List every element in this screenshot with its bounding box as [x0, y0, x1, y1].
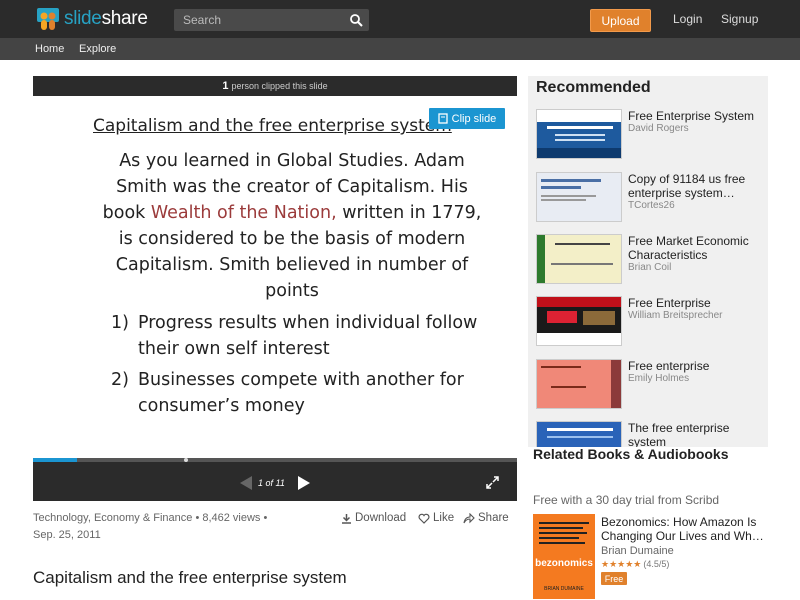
slide-book-title: Wealth of the Nation,: [150, 203, 337, 223]
recommended-item[interactable]: Copy of 91184 us free enterprise system……: [536, 172, 761, 224]
recommended-thumbnail: [536, 359, 622, 409]
nav-explore-link[interactable]: Explore: [79, 43, 116, 55]
heart-icon: [418, 513, 430, 524]
recommended-title: Free Market Economic Characteristics: [628, 234, 749, 262]
clip-count: 1: [222, 80, 229, 92]
share-button[interactable]: Share: [463, 512, 509, 524]
page-counter: 1 of 11: [258, 478, 285, 488]
recommended-item[interactable]: Free Enterprise System David Rogers: [536, 109, 761, 161]
sub-navbar: Home Explore: [0, 38, 800, 60]
upload-date: Sep. 25, 2011: [33, 529, 101, 541]
signup-link[interactable]: Signup: [721, 12, 758, 26]
recommended-title: Copy of 91184 us free enterprise system…: [628, 172, 746, 200]
search-box: [174, 9, 369, 31]
recommended-title: Free enterprise: [628, 359, 710, 373]
clip-count-text: person clipped this slide: [231, 81, 328, 91]
related-books-subheading: Free with a 30 day trial from Scribd: [533, 493, 720, 507]
recommended-heading: Recommended: [536, 79, 651, 96]
recommended-author: Brian Coil: [628, 262, 672, 273]
recommended-item[interactable]: The free enterprise system: [536, 421, 761, 447]
book-cover-author: BRIAN DUMAINE: [544, 586, 584, 592]
recommended-thumbnail: [536, 172, 622, 222]
clip-slide-label: Clip slide: [451, 112, 497, 125]
book-rating: ★★★★★ (4.5/5): [601, 559, 670, 569]
recommended-author: William Breitsprecher: [628, 310, 723, 321]
slide-body-text: As you learned in Global Studies. Adam S…: [102, 151, 482, 301]
slide-point: 1) Progress results when individual follo…: [111, 313, 478, 359]
fullscreen-icon[interactable]: [486, 476, 499, 489]
recommended-title: Free Enterprise System: [628, 109, 755, 123]
slide-meta-categories: Technology, Economy & Finance • 8,462 vi…: [33, 512, 268, 524]
download-icon: [342, 513, 351, 524]
slide-points-list: 1) Progress results when individual follo…: [111, 310, 491, 424]
like-button[interactable]: Like: [418, 512, 454, 524]
recommended-title: The free enterprise system: [628, 421, 730, 447]
slideshare-logo-icon: [35, 6, 61, 32]
search-icon[interactable]: [349, 13, 363, 27]
free-badge: Free: [601, 572, 627, 585]
recommended-item[interactable]: Free Enterprise William Breitsprecher: [536, 296, 761, 348]
clip-icon: [438, 113, 448, 124]
recommended-author: David Rogers: [628, 123, 689, 134]
nav-home-link[interactable]: Home: [35, 43, 64, 55]
recommended-title: Free Enterprise: [628, 296, 711, 310]
slideshare-logo[interactable]: slideshare: [35, 6, 148, 32]
recommended-item[interactable]: Free enterprise Emily Holmes: [536, 359, 761, 411]
recommended-author: TCortes26: [628, 200, 675, 211]
login-link[interactable]: Login: [673, 12, 702, 26]
book-cover[interactable]: bezonomics BRIAN DUMAINE: [533, 514, 595, 599]
recommended-thumbnail: [536, 234, 622, 284]
book-title[interactable]: Bezonomics: How Amazon Is Changing Our L…: [601, 515, 766, 543]
slide-point: 2) Businesses compete with another for co…: [111, 370, 464, 416]
book-author: Brian Dumaine: [601, 545, 674, 557]
recommended-author: Emily Holmes: [628, 373, 690, 384]
previous-slide-icon[interactable]: [239, 475, 253, 491]
document-title: Capitalism and the free enterprise syste…: [33, 568, 347, 587]
related-books-heading: Related Books & Audiobooks: [533, 446, 729, 462]
recommended-thumbnail: [536, 421, 622, 447]
upload-button[interactable]: Upload: [590, 9, 651, 32]
rating-stars-icon: ★★★★★: [601, 559, 642, 569]
clip-slide-button[interactable]: Clip slide: [429, 108, 505, 129]
book-cover-title: bezonomics: [535, 558, 593, 569]
share-icon: [463, 512, 475, 523]
download-button[interactable]: Download: [341, 512, 406, 524]
recommended-item[interactable]: Free Market Economic Characteristics Bri…: [536, 234, 761, 286]
search-input[interactable]: [174, 9, 344, 31]
recommended-thumbnail: [536, 109, 622, 159]
clip-count-bar: 1 person clipped this slide: [33, 76, 517, 96]
logo-wordmark: slideshare: [64, 8, 148, 29]
next-slide-icon[interactable]: [297, 475, 311, 491]
recommended-thumbnail: [536, 296, 622, 346]
slide-title: Capitalism and the free enterprise syste…: [93, 116, 452, 136]
